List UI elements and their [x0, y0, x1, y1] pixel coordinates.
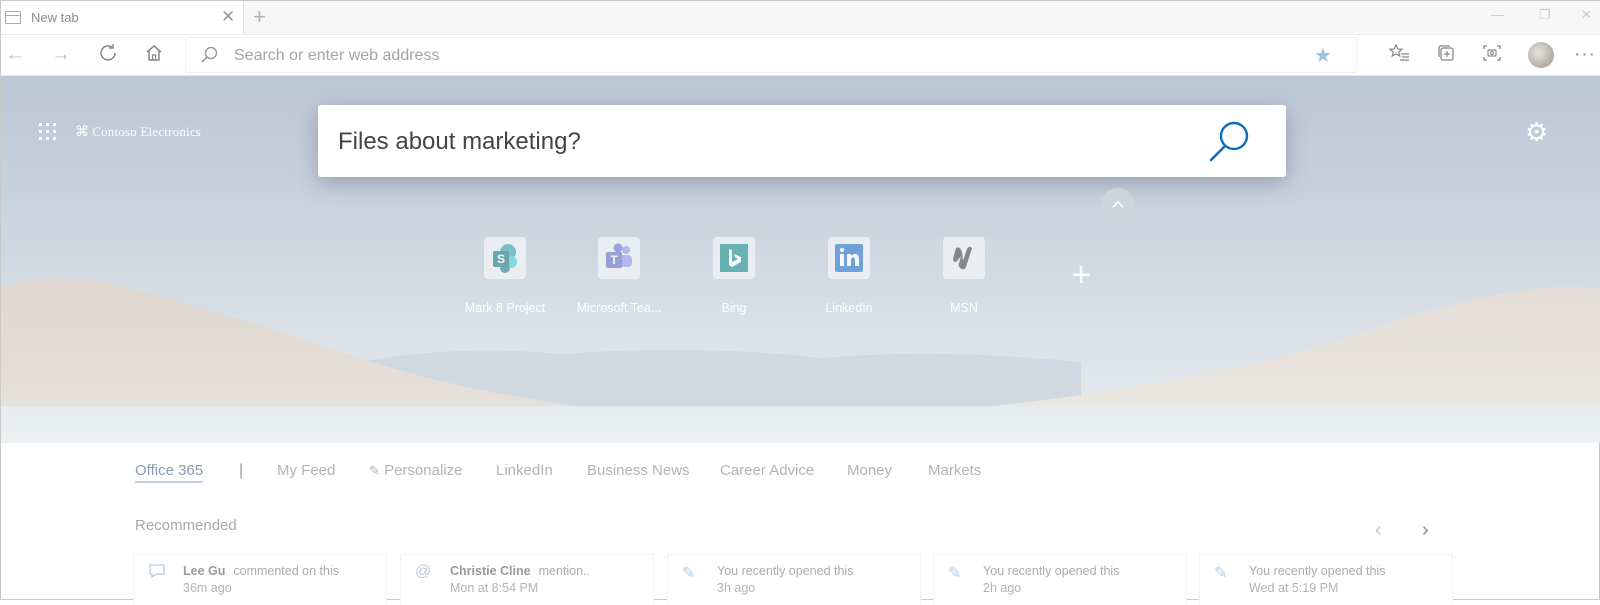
- chevron-up-icon: [1112, 200, 1124, 208]
- tile-background: [713, 237, 755, 279]
- restore-icon[interactable]: ❐: [1539, 7, 1551, 23]
- card-time: 3h ago: [717, 581, 756, 595]
- recommended-heading: Recommended: [135, 517, 237, 534]
- back-icon[interactable]: ←: [3, 43, 27, 67]
- quick-link-label: MSN: [950, 301, 978, 315]
- card-activity: You recently opened this: [983, 564, 1120, 578]
- quick-link-linkedin[interactable]: LinkedIn: [791, 237, 907, 333]
- tab-bar: New tab ✕ + — ❐ ✕: [1, 1, 1600, 35]
- profile-avatar[interactable]: [1528, 42, 1554, 68]
- add-quick-link-button[interactable]: +: [1067, 258, 1095, 292]
- card-activity: Lee Gu commented on this: [183, 564, 339, 578]
- tab-personalize[interactable]: ✎ Personalize: [369, 462, 462, 479]
- tab-money[interactable]: Money: [847, 462, 892, 479]
- quick-link-label: Microsoft Tea...: [576, 301, 662, 315]
- tab-my-feed[interactable]: My Feed: [277, 462, 335, 479]
- browser-window: New tab ✕ + — ❐ ✕ ← → ★: [0, 0, 1600, 605]
- teams-icon: T: [606, 243, 632, 268]
- tile-background: [943, 237, 985, 279]
- recommended-card[interactable]: @ Christie Cline mention.. Mon at 8:54 PM: [400, 554, 654, 605]
- search-button[interactable]: [1206, 119, 1254, 165]
- pencil-icon: ✎: [369, 463, 380, 478]
- chevron-left-icon[interactable]: ‹: [1375, 519, 1382, 542]
- quick-link-mark-8-project[interactable]: S Mark 8 Project: [447, 237, 563, 333]
- card-activity: Christie Cline mention..: [450, 564, 590, 578]
- card-time: Wed at 5:19 PM: [1249, 581, 1339, 595]
- quick-link-label: LinkedIn: [825, 301, 873, 315]
- tile-background: [828, 237, 870, 279]
- svg-text:S: S: [497, 252, 505, 266]
- refresh-icon[interactable]: [96, 43, 120, 67]
- tile-background: S: [484, 237, 526, 279]
- card-activity: You recently opened this: [717, 564, 854, 578]
- recommended-card[interactable]: ✎ You recently opened this 2h ago: [933, 554, 1187, 605]
- edit-icon: ✎: [948, 565, 962, 582]
- quick-link-msn[interactable]: MSN: [906, 237, 1022, 333]
- card-action: mention..: [538, 564, 590, 578]
- msn-icon: [953, 246, 972, 270]
- brand-name: Contoso Electronics: [92, 124, 202, 139]
- favorites-icon[interactable]: [1387, 43, 1411, 67]
- quick-link-microsoft-teams[interactable]: T Microsoft Tea...: [561, 237, 677, 333]
- search-icon: [1209, 121, 1249, 162]
- close-window-icon[interactable]: ✕: [1581, 7, 1592, 23]
- brand[interactable]: ⌘ Contoso Electronics: [75, 124, 201, 141]
- app-launcher-icon[interactable]: [39, 123, 57, 141]
- contoso-logo-icon: ⌘: [75, 125, 90, 140]
- tab-business-news[interactable]: Business News: [587, 462, 690, 479]
- card-time: Mon at 8:54 PM: [450, 581, 539, 595]
- tab-new-tab[interactable]: New tab ✕: [1, 1, 244, 34]
- forward-icon[interactable]: →: [49, 43, 73, 67]
- recommended-card[interactable]: ✎ You recently opened this 3h ago: [667, 554, 921, 605]
- more-icon[interactable]: ···: [1573, 43, 1597, 67]
- comment-icon: [148, 563, 166, 584]
- quick-link-label: Bing: [721, 301, 747, 315]
- edit-icon: ✎: [1214, 565, 1228, 582]
- search-input[interactable]: [336, 123, 1180, 161]
- card-activity: You recently opened this: [1249, 564, 1386, 578]
- card-person: Christie Cline: [450, 564, 531, 578]
- card-time: 2h ago: [983, 581, 1022, 595]
- chevron-right-icon[interactable]: ›: [1422, 519, 1429, 542]
- tab-career-advice[interactable]: Career Advice: [720, 462, 814, 479]
- edit-icon: ✎: [682, 565, 696, 582]
- address-bar[interactable]: ★: [185, 37, 1357, 73]
- new-tab-hero: ⌘Contoso Electronics ⚙ S Mark 8 Project: [1, 76, 1600, 443]
- screenshot-icon[interactable]: [1480, 43, 1504, 67]
- address-input[interactable]: [232, 44, 1296, 68]
- collapse-button[interactable]: [1101, 188, 1135, 222]
- close-icon[interactable]: ✕: [221, 7, 235, 27]
- new-tab-button[interactable]: +: [253, 4, 266, 30]
- collections-icon[interactable]: [1434, 43, 1458, 67]
- svg-text:T: T: [610, 253, 618, 267]
- home-icon[interactable]: [142, 43, 166, 67]
- page-search-box: [318, 105, 1286, 177]
- recommended-card[interactable]: ✎ You recently opened this Wed at 5:19 P…: [1199, 554, 1453, 605]
- card-action: commented on this: [233, 564, 339, 578]
- tab-office-365[interactable]: Office 365: [135, 462, 204, 483]
- quick-link-label: Mark 8 Project: [464, 301, 546, 315]
- tab-markets[interactable]: Markets: [928, 462, 981, 479]
- page-icon: [5, 11, 21, 24]
- tab-title: New tab: [31, 10, 79, 25]
- quick-link-bing[interactable]: Bing: [676, 237, 792, 333]
- search-icon: [200, 46, 218, 69]
- tab-personalize-label: Personalize: [384, 462, 463, 479]
- recommended-card[interactable]: Lee Gu commented on this 36m ago: [133, 554, 387, 605]
- linkedin-icon: [835, 244, 863, 272]
- tab-separator: |: [239, 462, 244, 479]
- tile-background: T: [598, 237, 640, 279]
- gear-icon[interactable]: ⚙: [1525, 119, 1548, 145]
- bing-icon: [720, 244, 748, 272]
- favorite-star-icon[interactable]: ★: [1314, 43, 1332, 68]
- tab-linkedin[interactable]: LinkedIn: [496, 462, 553, 479]
- mention-icon: @: [415, 563, 432, 580]
- browser-toolbar: ← → ★ ···: [1, 35, 1600, 76]
- minimize-icon[interactable]: —: [1491, 7, 1504, 22]
- card-person: Lee Gu: [183, 564, 226, 578]
- card-time: 36m ago: [183, 581, 232, 595]
- sharepoint-icon: S: [493, 244, 517, 273]
